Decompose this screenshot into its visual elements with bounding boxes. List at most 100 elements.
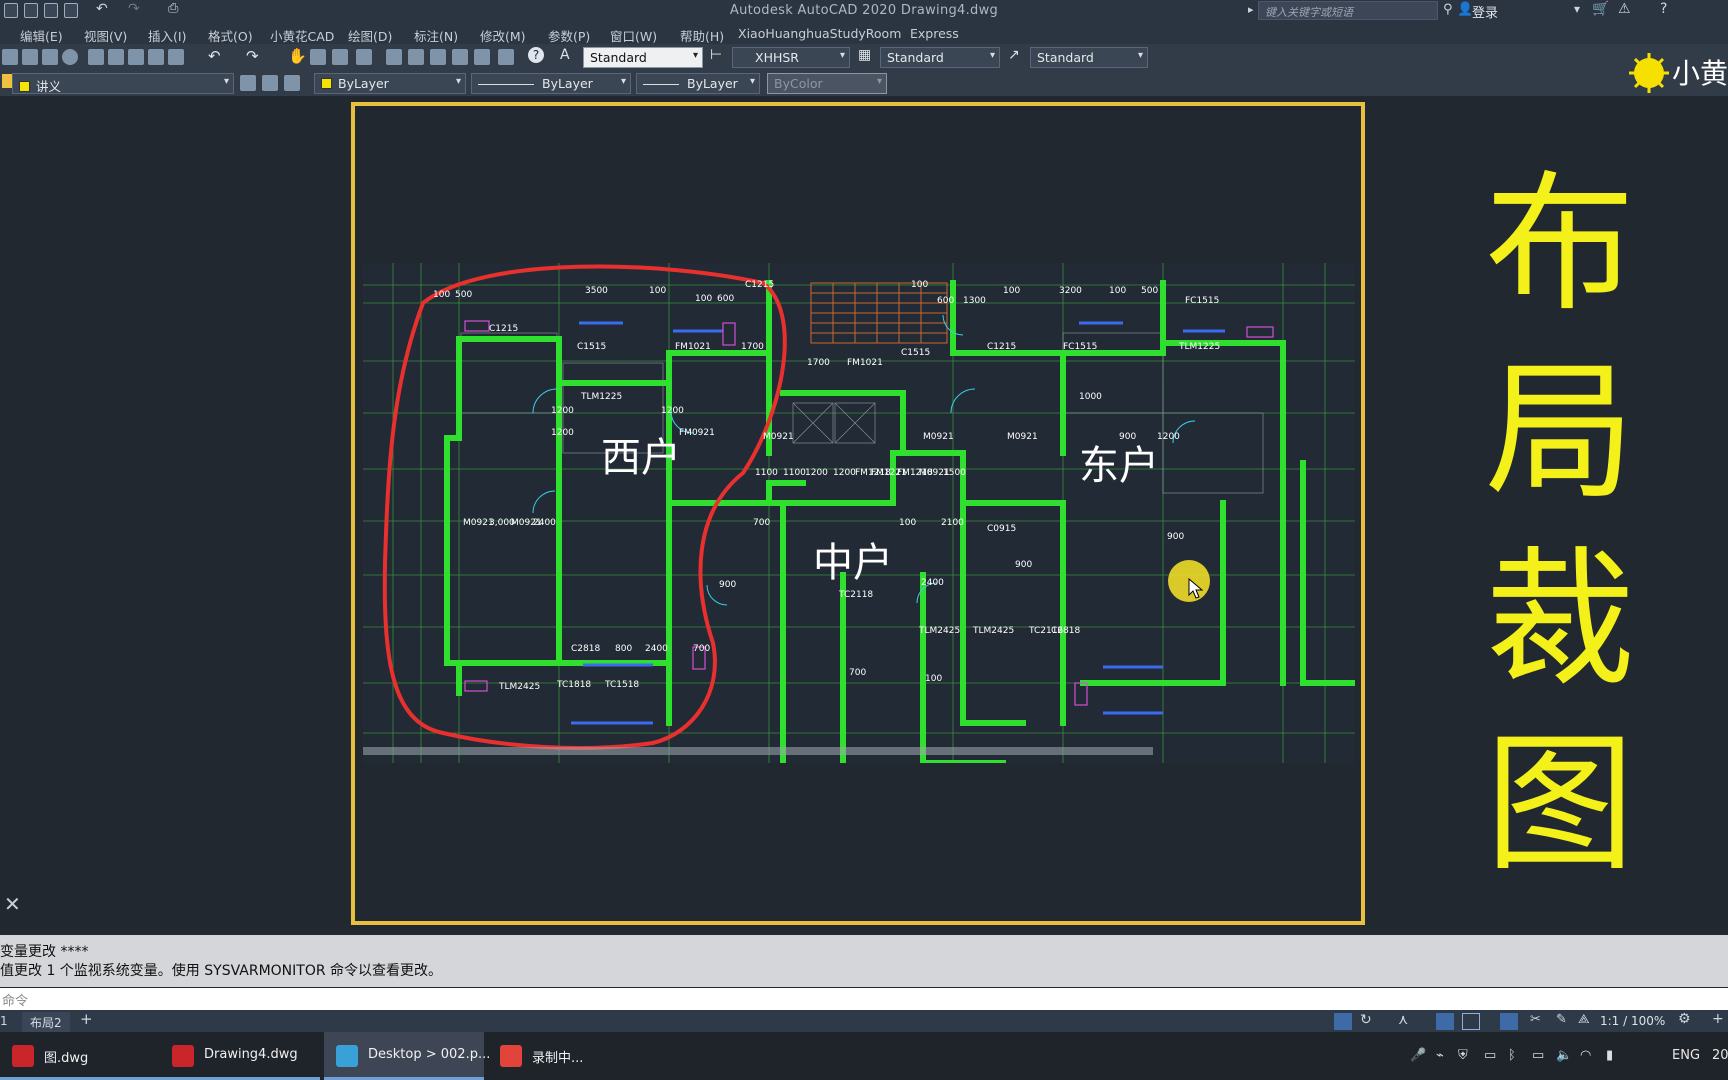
menu-window[interactable]: 窗口(W) [610, 26, 657, 45]
zoom-realtime-icon[interactable] [310, 49, 326, 65]
zoom-window-icon[interactable] [332, 49, 348, 65]
layer-previous-icon[interactable] [262, 75, 278, 91]
menu-edit[interactable]: 编辑(E) [20, 26, 63, 45]
command-input[interactable]: 命令 [0, 988, 1728, 1010]
lineweight-toggle-icon[interactable] [1500, 1013, 1518, 1030]
dimension-label: 700 [753, 518, 770, 528]
dimension-label: TLM1225 [1178, 342, 1220, 352]
annotation-scale-icon[interactable]: ✎ [1556, 1012, 1567, 1027]
dimension-label: 1200 [551, 406, 574, 416]
layout-tab-2[interactable]: 布局2 [22, 1012, 70, 1033]
viewport-scale-icon[interactable] [1462, 1013, 1480, 1030]
cut-icon[interactable] [88, 49, 104, 65]
shield-icon[interactable]: ⛨ [1458, 1048, 1468, 1063]
lineweight-select[interactable]: ByLayer ▾ [636, 73, 760, 94]
add-layout-button[interactable]: + [80, 1010, 93, 1028]
network-icon[interactable]: ⚠ [1618, 1, 1631, 17]
layer-select[interactable]: 讲义 ▾ [12, 73, 234, 94]
menu-modify[interactable]: 修改(M) [480, 26, 526, 45]
text-style-select[interactable]: Standard ▾ [583, 47, 703, 68]
mleader-style-icon[interactable]: ↗ [1008, 47, 1020, 63]
battery-icon[interactable]: ▮ [1606, 1048, 1613, 1063]
wifi-icon[interactable]: ◠ [1580, 1048, 1591, 1063]
taskbar-item-recorder[interactable]: 录制中... [488, 1032, 608, 1080]
lock-icon[interactable] [2, 74, 12, 88]
table-style-select[interactable]: Standard ▾ [880, 47, 1000, 68]
menu-xhh-cad[interactable]: 小黄花CAD [270, 26, 334, 45]
bluetooth-icon[interactable]: ᛒ [1508, 1048, 1516, 1063]
settings-gear-icon[interactable]: ⚙ [1678, 1011, 1691, 1027]
paste-icon[interactable] [128, 49, 144, 65]
match-properties-icon[interactable] [148, 49, 164, 65]
taskbar-item-autocad-2[interactable]: Drawing4.dwg [160, 1032, 320, 1080]
dimension-label: 1200 [833, 468, 856, 478]
layer-state-icon[interactable] [284, 75, 300, 91]
microphone-icon[interactable]: 🎤 [1410, 1048, 1426, 1063]
pan-icon[interactable]: ✋ [288, 47, 307, 65]
sheet-set-icon[interactable] [452, 49, 468, 65]
folder-icon[interactable]: ▭ [1484, 1048, 1496, 1063]
undo-icon[interactable]: ↶ [208, 47, 221, 65]
layout-tab-1[interactable]: 1 [0, 1014, 8, 1028]
annotation-visibility-icon[interactable]: ✂ [1530, 1012, 1541, 1027]
new-icon[interactable] [2, 49, 18, 65]
open-icon[interactable] [22, 49, 38, 65]
dim-style-icon[interactable]: ⊢ [710, 47, 722, 63]
annotation-monitor-icon[interactable]: ⟁ [1578, 1012, 1590, 1027]
osnap-icon[interactable]: ⋏ [1398, 1012, 1408, 1028]
menu-study-room[interactable]: XiaoHuanghuaStudyRoom [738, 26, 901, 41]
menu-parametric[interactable]: 参数(P) [548, 26, 590, 45]
menu-format[interactable]: 格式(O) [208, 26, 253, 45]
help-icon[interactable]: ? [528, 47, 544, 63]
input-language[interactable]: ENG [1672, 1048, 1700, 1063]
dim-style-select[interactable]: XHHSR ▾ [732, 47, 850, 68]
save-icon[interactable] [42, 49, 58, 65]
customize-plus-icon[interactable]: + [1712, 1011, 1724, 1027]
taskbar-item-desktop[interactable]: Desktop > 002.p... [324, 1032, 490, 1080]
copy-icon[interactable] [108, 49, 124, 65]
make-current-layer-icon[interactable] [240, 75, 256, 91]
linetype-select[interactable]: ByLayer ▾ [471, 73, 631, 94]
block-editor-icon[interactable] [168, 49, 184, 65]
clock[interactable]: 20 [1712, 1048, 1728, 1063]
title-char-4: 图 [1484, 718, 1635, 892]
zoom-previous-icon[interactable] [356, 49, 372, 65]
zoom-scale-label[interactable]: 1:1 / 100% [1600, 1014, 1665, 1028]
menu-express[interactable]: Express [910, 26, 959, 41]
tool-palettes-icon[interactable] [430, 49, 446, 65]
menu-dimension[interactable]: 标注(N) [414, 26, 458, 45]
mleader-style-select[interactable]: Standard ▾ [1030, 47, 1148, 68]
taskbar-item-autocad-1[interactable]: 图.dwg [0, 1032, 160, 1080]
close-command-line-icon[interactable]: ✕ [4, 892, 21, 916]
command-history-line: 值更改 1 个监视系统变量。使用 SYSVARMONITOR 命令以查看更改。 [0, 963, 443, 979]
dropdown-icon[interactable]: ▾ [1574, 2, 1580, 16]
color-select[interactable]: ByLayer ▾ [314, 73, 466, 94]
calculator-icon[interactable] [498, 49, 514, 65]
network-tray-icon[interactable]: ⌁ [1436, 1048, 1444, 1063]
properties-icon[interactable] [386, 49, 402, 65]
markup-icon[interactable] [474, 49, 490, 65]
menu-view[interactable]: 视图(V) [84, 26, 127, 45]
cart-icon[interactable]: 🛒 [1592, 1, 1609, 17]
menu-draw[interactable]: 绘图(D) [348, 26, 392, 45]
layout-viewport[interactable]: 100 500 3500 100 100 600 C1215 100 600 1300 100 320… [363, 263, 1355, 763]
expand-icon[interactable]: ▸ [1248, 3, 1254, 16]
volume-icon[interactable]: 🔈 [1556, 1048, 1572, 1063]
login-link[interactable]: 登录 [1472, 2, 1498, 21]
polar-tracking-icon[interactable]: ↻ [1360, 1012, 1372, 1028]
search-input[interactable]: 键入关键字或短语 [1258, 1, 1438, 20]
text-style-icon[interactable]: A [560, 47, 570, 63]
menu-help[interactable]: 帮助(H) [680, 26, 724, 45]
binoculars-icon[interactable]: ⚲ [1443, 2, 1453, 17]
table-style-icon[interactable]: ▦ [858, 47, 871, 63]
help-icon[interactable]: ? [1660, 1, 1667, 17]
menu-insert[interactable]: 插入(I) [148, 26, 186, 45]
model-space-icon[interactable] [1334, 1013, 1352, 1030]
redo-icon[interactable]: ↷ [246, 47, 259, 65]
object-snap-tracking-icon[interactable] [1436, 1013, 1454, 1030]
dimension-label: 2400 [921, 578, 944, 588]
publish-icon[interactable] [62, 49, 78, 65]
display-icon[interactable]: ▭ [1532, 1048, 1544, 1063]
design-center-icon[interactable] [408, 49, 424, 65]
dimension-label: FC1515 [1185, 296, 1219, 306]
